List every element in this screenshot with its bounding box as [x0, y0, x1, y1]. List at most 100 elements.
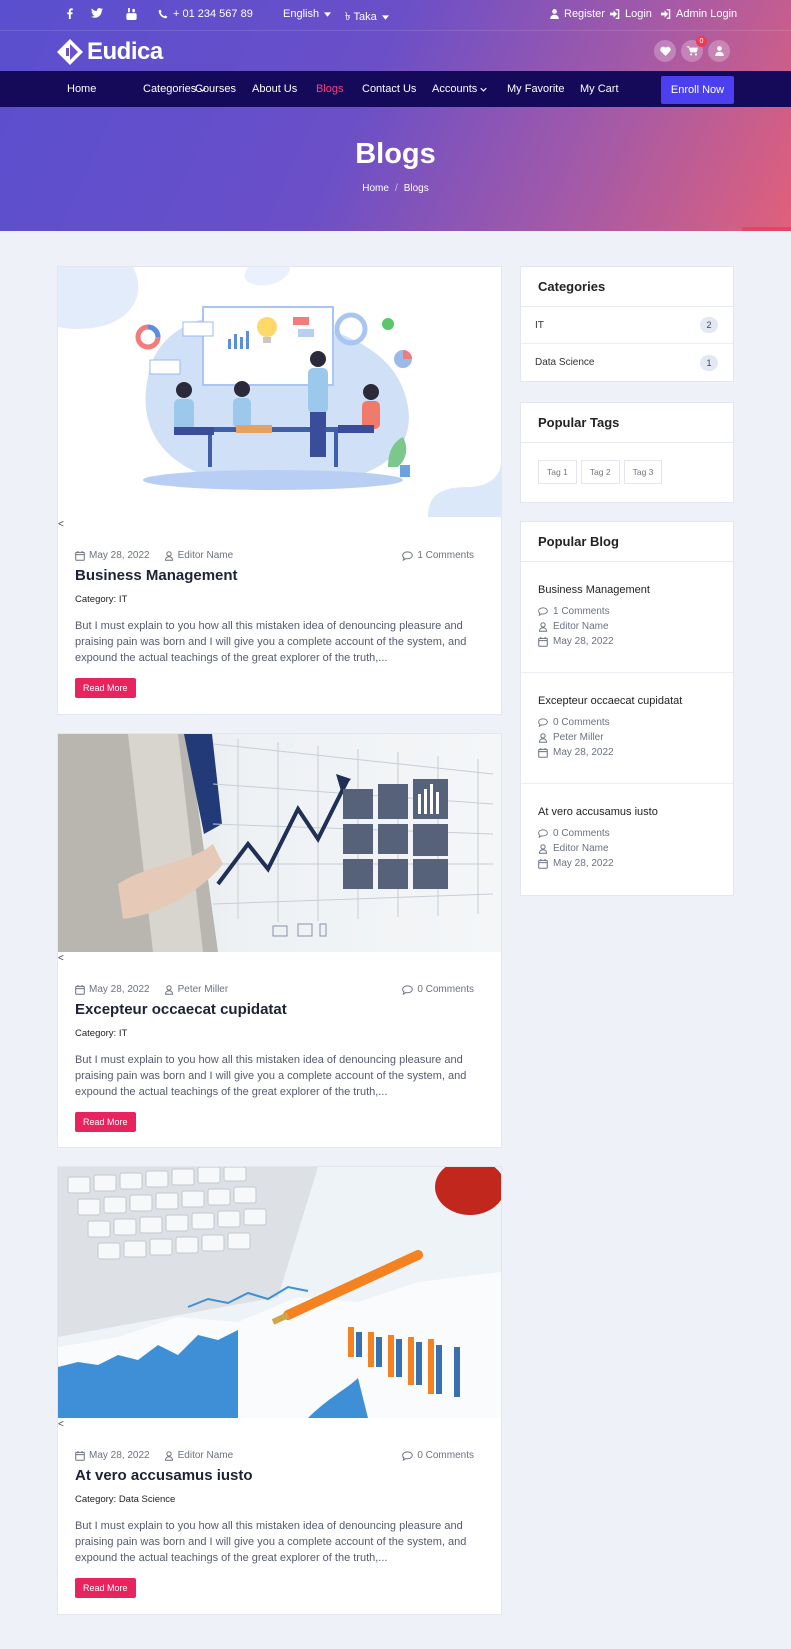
carousel-prev-arrow[interactable]: < — [58, 953, 64, 964]
nav-favorite[interactable]: My Favorite — [507, 83, 564, 95]
post-image-team-meeting[interactable] — [58, 267, 501, 517]
tag-list: Tag 1 Tag 2 Tag 3 — [521, 443, 733, 501]
comment-icon — [538, 718, 548, 727]
user-icon — [164, 550, 173, 561]
nav-home[interactable]: Home — [67, 83, 96, 95]
popular-blog-author: Editor Name — [538, 619, 716, 634]
youtube-icon[interactable] — [126, 8, 137, 20]
post-title[interactable]: At vero accusamus iusto — [75, 1467, 474, 1484]
cart-button[interactable]: 0 — [681, 36, 707, 62]
phone-icon — [158, 9, 168, 19]
popular-blog-comments: 0 Comments — [538, 715, 716, 730]
category-item[interactable]: IT 2 — [521, 307, 733, 344]
comment-icon — [402, 550, 414, 561]
login-label: Login — [625, 8, 652, 20]
comment-icon — [402, 1450, 414, 1461]
post-excerpt: But I must explain to you how all this m… — [75, 620, 467, 664]
popular-blog-date: May 28, 2022 — [538, 745, 716, 760]
tag-item[interactable]: Tag 2 — [580, 460, 620, 484]
carousel-prev-arrow[interactable]: < — [58, 1419, 64, 1430]
user-icon — [714, 46, 724, 56]
post-meta: May 28, 2022 Editor Name 0 Comments — [75, 1450, 474, 1461]
post-title[interactable]: Excepteur occaecat cupidatat — [75, 1001, 474, 1018]
brand-bar: Eudica 0 — [0, 30, 791, 71]
popular-blog-date-text: May 28, 2022 — [553, 858, 614, 869]
tag-item[interactable]: Tag 1 — [538, 460, 577, 484]
currency-label: ৳ Taka — [345, 11, 377, 23]
calendar-icon — [75, 550, 85, 561]
hero-accent — [742, 227, 791, 231]
twitter-icon[interactable] — [91, 8, 103, 18]
facebook-icon[interactable] — [66, 8, 74, 19]
post-author[interactable]: Editor Name — [164, 550, 234, 561]
post-author-text: Editor Name — [177, 550, 234, 561]
categories-title: Categories — [521, 267, 733, 307]
login-link[interactable]: Login — [610, 8, 652, 20]
post-author[interactable]: Peter Miller — [164, 984, 228, 995]
account-button[interactable] — [708, 40, 730, 62]
register-link[interactable]: Register — [550, 8, 605, 20]
post-title[interactable]: Business Management — [75, 567, 474, 584]
site-logo[interactable]: Eudica — [57, 38, 163, 66]
currency-dropdown[interactable]: ৳ Taka — [345, 8, 389, 27]
register-label: Register — [564, 8, 605, 20]
post-date-text: May 28, 2022 — [89, 984, 150, 995]
favorite-button[interactable] — [654, 40, 676, 62]
breadcrumb: Home / Blogs — [362, 183, 429, 194]
phone-contact: + 01 234 567 89 — [158, 8, 253, 20]
popular-blog-author-text: Editor Name — [553, 843, 609, 854]
language-dropdown[interactable]: English — [283, 8, 332, 20]
read-more-button[interactable]: Read More — [75, 678, 136, 698]
popular-blog-comments-text: 0 Comments — [553, 717, 610, 728]
nav-courses[interactable]: Courses — [195, 83, 236, 95]
breadcrumb-home[interactable]: Home — [362, 183, 389, 194]
post-date-text: May 28, 2022 — [89, 550, 150, 561]
post-meta: May 28, 2022 Editor Name 1 Comments — [75, 550, 474, 561]
heart-icon — [659, 46, 671, 56]
nav-about[interactable]: About Us — [252, 83, 297, 95]
calendar-icon — [538, 747, 548, 758]
post-comments[interactable]: 1 Comments — [402, 550, 474, 561]
breadcrumb-current: Blogs — [403, 183, 429, 194]
user-icon — [550, 9, 559, 19]
popular-blog-date: May 28, 2022 — [538, 856, 716, 871]
carousel-prev-arrow[interactable]: < — [58, 519, 64, 530]
read-more-button[interactable]: Read More — [75, 1578, 136, 1598]
category-item[interactable]: Data Science 1 — [521, 344, 733, 381]
read-more-button[interactable]: Read More — [75, 1112, 136, 1132]
post-category: Category: Data Science — [75, 1494, 176, 1505]
post-comments[interactable]: 0 Comments — [402, 1450, 474, 1461]
phone-number: + 01 234 567 89 — [173, 8, 253, 20]
calendar-icon — [538, 858, 548, 869]
nav-contact[interactable]: Contact Us — [362, 83, 416, 95]
post-image-keyboard-reports[interactable] — [58, 1167, 501, 1418]
popular-blog-comments: 1 Comments — [538, 604, 716, 619]
post-author[interactable]: Editor Name — [164, 1450, 233, 1461]
nav-accounts[interactable]: Accounts — [432, 83, 487, 95]
nav-cart[interactable]: My Cart — [580, 83, 619, 95]
post-date: May 28, 2022 — [75, 984, 150, 995]
category-count: 1 — [700, 354, 718, 371]
nav-blogs[interactable]: Blogs — [316, 83, 344, 95]
popular-blog-item-title[interactable]: Excepteur occaecat cupidatat — [538, 695, 716, 707]
enroll-now-button[interactable]: Enroll Now — [661, 76, 734, 104]
blog-post-card: < May 28, 2022 Peter Miller 0 Comments E… — [57, 733, 502, 1148]
popular-blog-item-title[interactable]: Business Management — [538, 584, 716, 596]
calendar-icon — [75, 1450, 85, 1461]
post-date: May 28, 2022 — [75, 550, 150, 561]
post-image-business-chart[interactable] — [58, 734, 501, 952]
user-icon — [538, 843, 548, 854]
tag-item[interactable]: Tag 3 — [623, 460, 663, 484]
popular-blog-author: Editor Name — [538, 841, 716, 856]
nav-accounts-label: Accounts — [432, 83, 478, 95]
cart-count-badge: 0 — [696, 36, 707, 47]
popular-blog-title: Popular Blog — [521, 522, 733, 562]
post-date-text: May 28, 2022 — [89, 1450, 150, 1461]
language-label: English — [283, 8, 320, 20]
user-icon — [164, 984, 173, 995]
blog-post-card: < May 28, 2022 Editor Name 1 Comments Bu… — [57, 266, 502, 715]
user-icon — [538, 732, 548, 743]
post-comments[interactable]: 0 Comments — [402, 984, 474, 995]
admin-login-link[interactable]: Admin Login — [661, 8, 737, 20]
popular-blog-item-title[interactable]: At vero accusamus iusto — [538, 806, 716, 818]
